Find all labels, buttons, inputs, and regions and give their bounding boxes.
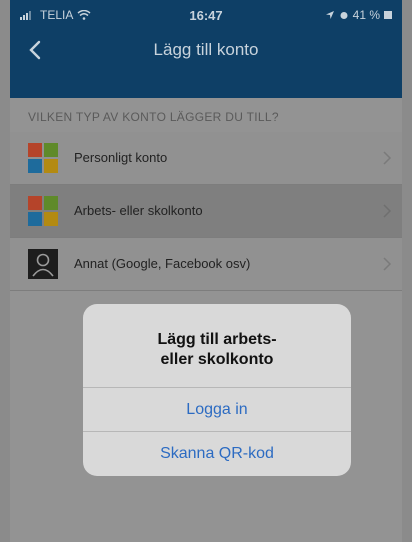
page-title: Lägg till konto [153,40,259,59]
account-option-other[interactable]: Annat (Google, Facebook osv) [10,238,402,291]
status-right: 41 % [325,8,392,22]
screen: TELIA 16:47 41 % Lägg till konto VILKEN … [10,0,402,542]
battery-icon [384,11,392,19]
microsoft-icon [28,196,58,226]
account-option-label: Annat (Google, Facebook osv) [74,256,251,271]
scan-qr-button[interactable]: Skanna QR-kod [83,432,351,476]
add-work-account-dialog: Lägg till arbets- eller skolkonto Logga … [83,304,351,476]
dialog-title-line1: Lägg till arbets- [157,331,277,348]
microsoft-icon [28,143,58,173]
account-option-label: Personligt konto [74,150,168,165]
status-bar: TELIA 16:47 41 % [10,8,402,24]
chevron-right-icon [383,204,392,218]
chevron-right-icon [383,257,392,271]
chevron-right-icon [383,151,392,165]
section-header: VILKEN TYP AV KONTO LÄGGER DU TILL? [28,110,279,124]
location-icon [325,11,334,19]
alarm-icon [340,12,348,19]
person-icon [28,249,58,279]
dialog-title: Lägg till arbets- eller skolkonto [83,330,351,370]
top-bar: TELIA 16:47 41 % Lägg till konto [10,0,402,98]
account-option-work-school[interactable]: Arbets- eller skolkonto [10,185,402,238]
account-option-personal[interactable]: Personligt konto [10,132,402,185]
sign-in-button[interactable]: Logga in [83,388,351,432]
battery-percent: 41 % [352,8,380,22]
dialog-title-line2: eller skolkonto [160,351,274,368]
account-option-label: Arbets- eller skolkonto [74,203,203,218]
